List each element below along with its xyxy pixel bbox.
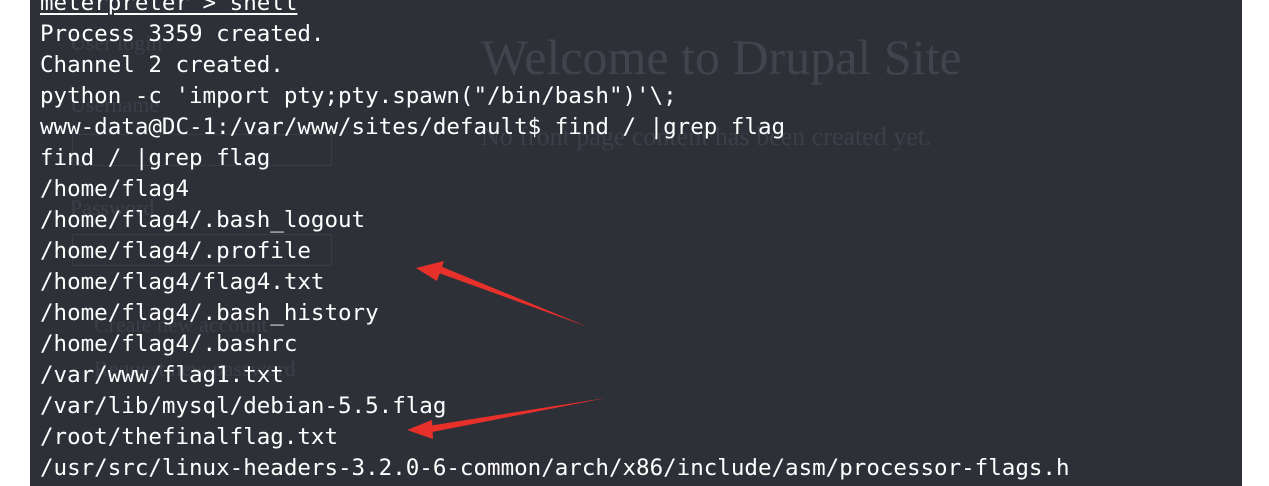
terminal-line: /home/flag4 xyxy=(40,176,190,202)
terminal-line: /home/flag4/.bash_history xyxy=(40,300,379,326)
terminal-line: Process 3359 created. xyxy=(40,21,325,47)
terminal-line-flag4-txt: /home/flag4/flag4.txt xyxy=(40,269,325,295)
terminal-line: /usr/src/linux-headers-3.2.0-6-common/ar… xyxy=(40,455,1070,481)
terminal-output: meterpreter > shell Process 3359 created… xyxy=(40,0,1070,484)
terminal-prompt-line: www-data@DC-1:/var/www/sites/default$ fi… xyxy=(40,114,786,140)
terminal-line: meterpreter > shell xyxy=(40,0,298,16)
terminal-line: /home/flag4/.profile xyxy=(40,238,311,264)
terminal-line: find / |grep flag xyxy=(40,145,271,171)
terminal-line: /var/lib/mysql/debian-5.5.flag xyxy=(40,393,447,419)
terminal-line: /home/flag4/.bash_logout xyxy=(40,207,366,233)
terminal-line: Channel 2 created. xyxy=(40,52,284,78)
terminal-line-final-flag: /root/thefinalflag.txt xyxy=(40,424,339,450)
terminal-line: /var/www/flag1.txt xyxy=(40,362,284,388)
terminal-window[interactable]: Welcome to Drupal Site No front page con… xyxy=(30,0,1242,486)
screenshot-frame: Welcome to Drupal Site No front page con… xyxy=(0,0,1269,486)
terminal-line: python -c 'import pty;pty.spawn("/bin/ba… xyxy=(40,83,677,109)
terminal-line: /home/flag4/.bashrc xyxy=(40,331,298,357)
